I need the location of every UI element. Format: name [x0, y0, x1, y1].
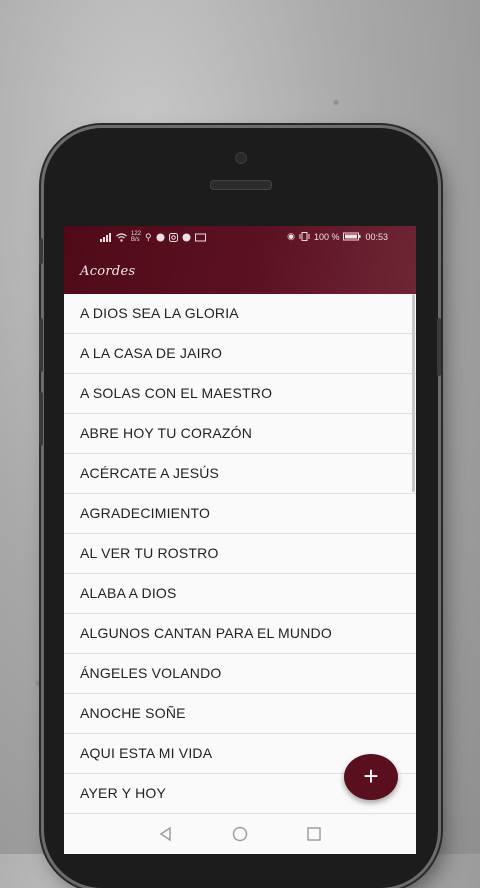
facebook-icon	[182, 233, 191, 241]
battery-icon	[343, 232, 361, 241]
battery-percentage: 100 %	[313, 231, 340, 242]
song-list-item[interactable]: ALABA A DIOS	[64, 574, 416, 614]
recents-icon[interactable]	[304, 824, 324, 844]
wifi-icon	[116, 232, 127, 242]
home-icon[interactable]	[230, 824, 250, 844]
email-icon	[194, 233, 206, 241]
clock: 00:53	[365, 231, 388, 242]
status-bar: 122 B/s ⚲ ◉ 100 % 00:53	[64, 226, 416, 250]
song-list-item[interactable]: A LA CASA DE JAIRO	[64, 334, 416, 374]
phone-volume-up	[39, 318, 43, 372]
vibrate-icon	[299, 232, 310, 241]
eye-icon: ◉	[287, 231, 295, 241]
app-bar: 122 B/s ⚲ ◉ 100 % 00:53 Acordes	[64, 226, 416, 294]
network-speed-unit: B/s	[131, 237, 140, 243]
song-list-item[interactable]: A SOLAS CON EL MAESTRO	[64, 374, 416, 414]
back-icon[interactable]	[156, 824, 176, 844]
list-scrollbar[interactable]	[412, 294, 415, 492]
signal-icon	[100, 232, 111, 242]
song-list-item[interactable]: ABRE HOY TU CORAZÓN	[64, 414, 416, 454]
navigation-bar	[64, 814, 416, 854]
song-list-item[interactable]: AGRADECIMIENTO	[64, 494, 416, 534]
add-song-button[interactable]: +	[344, 754, 398, 800]
song-list-item[interactable]: AL VER TU ROSTRO	[64, 534, 416, 574]
song-list-item[interactable]: ACÉRCATE A JESÚS	[64, 454, 416, 494]
phone-volume-down	[39, 392, 43, 446]
song-list-item[interactable]: ANOCHE SOÑE	[64, 694, 416, 734]
song-list-item[interactable]: ÁNGELES VOLANDO	[64, 654, 416, 694]
network-speed: 122 B/s	[131, 231, 141, 243]
song-list-item[interactable]: ALGUNOS CANTAN PARA EL MUNDO	[64, 614, 416, 654]
app-title: Acordes	[80, 264, 136, 279]
plus-icon: +	[363, 761, 379, 791]
phone-mute-switch	[39, 238, 43, 264]
instagram-icon	[168, 232, 178, 242]
messenger-icon	[156, 233, 165, 241]
song-list-item[interactable]: A DIOS SEA LA GLORIA	[64, 294, 416, 334]
phone-power-button	[437, 318, 441, 376]
song-list[interactable]: A DIOS SEA LA GLORIA A LA CASA DE JAIRO …	[64, 294, 416, 814]
app-screen: 122 B/s ⚲ ◉ 100 % 00:53 Acordes A DIOS S…	[64, 226, 416, 854]
usb-icon: ⚲	[145, 231, 152, 242]
front-camera	[235, 152, 247, 164]
earpiece-speaker	[210, 180, 272, 190]
